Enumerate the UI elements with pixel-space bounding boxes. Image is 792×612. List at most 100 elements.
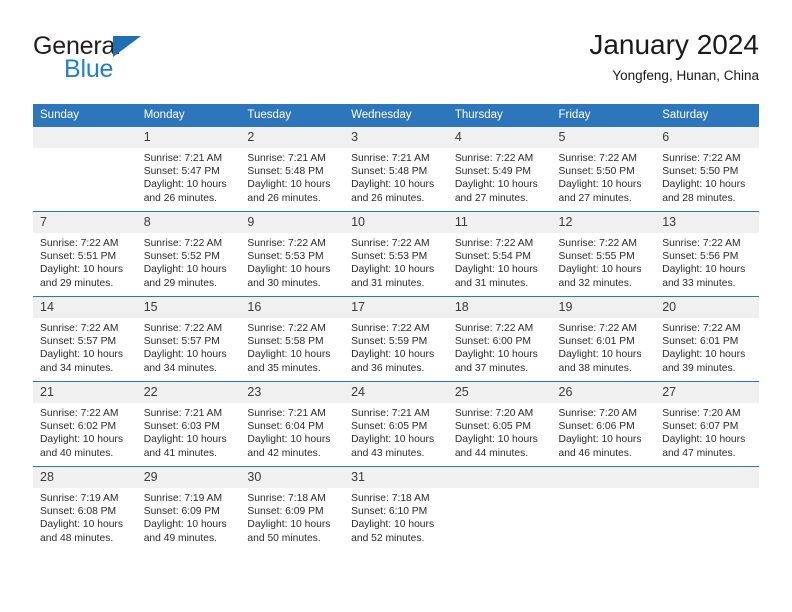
day-cell[interactable]: 30 Sunrise: 7:18 AM Sunset: 6:09 PM Dayl… [240, 466, 345, 551]
daylight-text-line1: Daylight: 10 hours [143, 179, 227, 191]
daylight-text-line1: Daylight: 10 hours [351, 264, 435, 276]
day-cell[interactable]: 3 Sunrise: 7:21 AM Sunset: 5:48 PM Dayli… [344, 126, 448, 212]
day-details: Sunrise: 7:20 AM Sunset: 6:06 PM Dayligh… [552, 403, 656, 460]
day-number: 15 [136, 297, 241, 318]
logo-triangle-icon [113, 36, 141, 57]
day-cell[interactable]: 13 Sunrise: 7:22 AM Sunset: 5:56 PM Dayl… [655, 211, 759, 297]
page-subtitle: Yongfeng, Hunan, China [612, 68, 759, 83]
sunrise-text: Sunrise: 7:21 AM [143, 408, 223, 419]
day-number: 25 [447, 382, 552, 403]
day-number [447, 467, 552, 488]
sunset-text: Sunset: 6:07 PM [662, 421, 739, 433]
day-details: Sunrise: 7:22 AM Sunset: 6:00 PM Dayligh… [448, 318, 552, 375]
day-cell[interactable]: 25 Sunrise: 7:20 AM Sunset: 6:05 PM Dayl… [447, 381, 552, 467]
weekday-header-wednesday: Wednesday [344, 104, 448, 127]
day-number: 2 [240, 127, 345, 148]
day-cell[interactable]: 29 Sunrise: 7:19 AM Sunset: 6:09 PM Dayl… [136, 466, 241, 551]
daylight-text-line1: Daylight: 10 hours [351, 179, 435, 191]
day-cell[interactable]: 10 Sunrise: 7:22 AM Sunset: 5:53 PM Dayl… [344, 211, 448, 297]
daylight-text-line1: Daylight: 10 hours [40, 349, 123, 361]
daylight-text-line2: and 31 minutes. [454, 277, 529, 289]
daylight-text-line2: and 38 minutes. [558, 362, 632, 374]
daylight-text-line1: Daylight: 10 hours [558, 179, 642, 191]
day-cell[interactable]: 6 Sunrise: 7:22 AM Sunset: 5:50 PM Dayli… [655, 126, 759, 212]
sunset-text: Sunset: 6:01 PM [662, 336, 739, 348]
day-cell[interactable]: 8 Sunrise: 7:22 AM Sunset: 5:52 PM Dayli… [136, 211, 241, 297]
day-cell[interactable]: 23 Sunrise: 7:21 AM Sunset: 6:04 PM Dayl… [240, 381, 345, 467]
day-number: 14 [33, 297, 137, 318]
day-cell[interactable]: 27 Sunrise: 7:20 AM Sunset: 6:07 PM Dayl… [655, 381, 759, 467]
daylight-text-line2: and 27 minutes. [558, 192, 632, 204]
daylight-text-line1: Daylight: 10 hours [40, 519, 123, 531]
day-cell[interactable]: 2 Sunrise: 7:21 AM Sunset: 5:48 PM Dayli… [240, 126, 345, 212]
day-details: Sunrise: 7:21 AM Sunset: 6:05 PM Dayligh… [344, 403, 448, 460]
day-cell[interactable]: 9 Sunrise: 7:22 AM Sunset: 5:53 PM Dayli… [240, 211, 345, 297]
daylight-text-line1: Daylight: 10 hours [247, 264, 331, 276]
day-details: Sunrise: 7:19 AM Sunset: 6:08 PM Dayligh… [33, 488, 137, 545]
day-details: Sunrise: 7:18 AM Sunset: 6:10 PM Dayligh… [344, 488, 448, 545]
calendar-week-row: 7 Sunrise: 7:22 AM Sunset: 5:51 PM Dayli… [33, 211, 759, 297]
sunset-text: Sunset: 6:02 PM [40, 421, 117, 433]
sunset-text: Sunset: 5:52 PM [143, 251, 220, 263]
day-cell[interactable]: 7 Sunrise: 7:22 AM Sunset: 5:51 PM Dayli… [33, 211, 137, 297]
daylight-text-line2: and 49 minutes. [143, 532, 217, 544]
day-number: 1 [136, 127, 241, 148]
day-cell[interactable] [447, 466, 552, 551]
day-cell[interactable]: 21 Sunrise: 7:22 AM Sunset: 6:02 PM Dayl… [33, 381, 137, 467]
day-cell[interactable]: 17 Sunrise: 7:22 AM Sunset: 5:59 PM Dayl… [344, 296, 448, 382]
sunrise-text: Sunrise: 7:21 AM [247, 408, 326, 419]
day-details: Sunrise: 7:22 AM Sunset: 5:53 PM Dayligh… [344, 233, 448, 290]
day-cell[interactable]: 1 Sunrise: 7:21 AM Sunset: 5:47 PM Dayli… [136, 126, 241, 212]
day-details: Sunrise: 7:22 AM Sunset: 5:56 PM Dayligh… [655, 233, 759, 290]
calendar-header-row: Sunday Monday Tuesday Wednesday Thursday… [33, 104, 759, 127]
weekday-header-thursday: Thursday [447, 104, 552, 127]
day-cell[interactable]: 4 Sunrise: 7:22 AM Sunset: 5:49 PM Dayli… [447, 126, 552, 212]
sunset-text: Sunset: 6:05 PM [351, 421, 428, 433]
day-number: 21 [33, 382, 137, 403]
day-cell[interactable]: 11 Sunrise: 7:22 AM Sunset: 5:54 PM Dayl… [447, 211, 552, 297]
sunrise-text: Sunrise: 7:18 AM [351, 493, 430, 504]
day-cell[interactable]: 12 Sunrise: 7:22 AM Sunset: 5:55 PM Dayl… [551, 211, 656, 297]
sunrise-text: Sunrise: 7:22 AM [454, 153, 534, 164]
day-cell[interactable]: 28 Sunrise: 7:19 AM Sunset: 6:08 PM Dayl… [33, 466, 137, 551]
daylight-text-line1: Daylight: 10 hours [351, 519, 435, 531]
sunset-text: Sunset: 6:08 PM [40, 506, 117, 518]
day-cell[interactable] [655, 466, 759, 551]
sunrise-text: Sunrise: 7:22 AM [40, 238, 119, 249]
sunrise-text: Sunrise: 7:22 AM [247, 323, 326, 334]
daylight-text-line1: Daylight: 10 hours [143, 264, 227, 276]
day-cell[interactable]: 5 Sunrise: 7:22 AM Sunset: 5:50 PM Dayli… [551, 126, 656, 212]
day-cell[interactable] [551, 466, 656, 551]
day-cell[interactable]: 14 Sunrise: 7:22 AM Sunset: 5:57 PM Dayl… [33, 296, 137, 382]
calendar-page: General Blue January 2024 Yongfeng, Huna… [0, 0, 792, 612]
day-cell[interactable]: 22 Sunrise: 7:21 AM Sunset: 6:03 PM Dayl… [136, 381, 241, 467]
day-cell[interactable]: 19 Sunrise: 7:22 AM Sunset: 6:01 PM Dayl… [551, 296, 656, 382]
daylight-text-line1: Daylight: 10 hours [40, 264, 123, 276]
day-cell[interactable]: 31 Sunrise: 7:18 AM Sunset: 6:10 PM Dayl… [344, 466, 448, 551]
day-number: 27 [655, 382, 759, 403]
calendar-grid: Sunday Monday Tuesday Wednesday Thursday… [33, 104, 759, 551]
day-cell[interactable]: 26 Sunrise: 7:20 AM Sunset: 6:06 PM Dayl… [551, 381, 656, 467]
daylight-text-line1: Daylight: 10 hours [558, 349, 642, 361]
sunset-text: Sunset: 5:48 PM [247, 166, 324, 178]
day-cell[interactable]: 15 Sunrise: 7:22 AM Sunset: 5:57 PM Dayl… [136, 296, 241, 382]
day-cell[interactable] [33, 126, 137, 212]
day-cell[interactable]: 16 Sunrise: 7:22 AM Sunset: 5:58 PM Dayl… [240, 296, 345, 382]
sunset-text: Sunset: 5:58 PM [247, 336, 324, 348]
day-details: Sunrise: 7:21 AM Sunset: 5:48 PM Dayligh… [240, 148, 344, 205]
sunset-text: Sunset: 5:50 PM [558, 166, 635, 178]
daylight-text-line2: and 40 minutes. [40, 447, 114, 459]
daylight-text-line1: Daylight: 10 hours [558, 264, 642, 276]
day-details: Sunrise: 7:22 AM Sunset: 5:50 PM Dayligh… [552, 148, 656, 205]
day-cell[interactable]: 18 Sunrise: 7:22 AM Sunset: 6:00 PM Dayl… [447, 296, 552, 382]
day-number: 17 [344, 297, 448, 318]
day-number: 5 [551, 127, 656, 148]
sunset-text: Sunset: 5:51 PM [40, 251, 117, 263]
day-cell[interactable]: 20 Sunrise: 7:22 AM Sunset: 6:01 PM Dayl… [655, 296, 759, 382]
day-number: 31 [344, 467, 448, 488]
day-cell[interactable]: 24 Sunrise: 7:21 AM Sunset: 6:05 PM Dayl… [344, 381, 448, 467]
sunrise-text: Sunrise: 7:22 AM [558, 323, 637, 334]
daylight-text-line1: Daylight: 10 hours [247, 179, 331, 191]
sunrise-text: Sunrise: 7:20 AM [662, 408, 741, 419]
daylight-text-line2: and 34 minutes. [143, 362, 217, 374]
